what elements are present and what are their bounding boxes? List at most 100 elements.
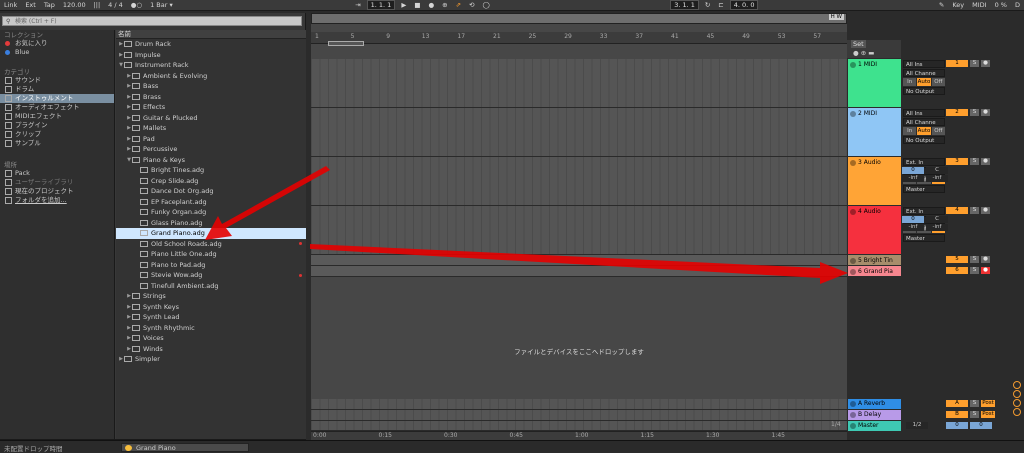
category-item[interactable]: サンプル bbox=[0, 139, 114, 148]
category-item[interactable]: ドラム bbox=[0, 85, 114, 94]
place-item[interactable]: Pack bbox=[0, 169, 114, 178]
solo-button[interactable]: S bbox=[970, 207, 979, 214]
fold-icon[interactable] bbox=[850, 268, 856, 275]
solo-button[interactable]: S bbox=[970, 60, 979, 67]
fold-icon[interactable] bbox=[850, 208, 856, 215]
loop-switch-icon[interactable]: ↻ bbox=[701, 1, 714, 9]
fold-icon[interactable] bbox=[850, 422, 856, 429]
name-column-header[interactable]: 名前 bbox=[116, 30, 306, 39]
track-lane[interactable] bbox=[311, 206, 847, 255]
time-ruler[interactable]: 0:00 0:15 0:30 0:45 1:00 1:15 1:30 1:45 bbox=[311, 431, 847, 440]
folder-item[interactable]: ▶ Voices bbox=[116, 333, 306, 344]
track-lane[interactable] bbox=[311, 255, 847, 266]
link-button[interactable]: Link bbox=[0, 1, 21, 9]
follow-icon[interactable]: ⇥ bbox=[351, 1, 364, 9]
folder-item[interactable]: ▶ Brass bbox=[116, 92, 306, 103]
file-item[interactable]: Crep Slide.adg bbox=[116, 176, 306, 187]
draw-mode-icon[interactable]: ✎ bbox=[935, 1, 948, 9]
category-item[interactable]: MIDIエフェクト bbox=[0, 112, 114, 121]
fold-icon[interactable] bbox=[850, 159, 856, 166]
fold-icon[interactable] bbox=[850, 110, 856, 117]
output-select[interactable]: No Output bbox=[903, 87, 945, 95]
place-item[interactable]: 現在のプロジェクト bbox=[0, 187, 114, 196]
folder-item[interactable]: ▶ Strings bbox=[116, 291, 306, 302]
record-icon[interactable]: ● bbox=[424, 1, 438, 9]
folder-item[interactable]: ▶ Ambient & Evolving bbox=[116, 71, 306, 82]
track-lane[interactable] bbox=[311, 108, 847, 157]
place-item[interactable]: ユーザーライブラリ bbox=[0, 178, 114, 187]
set-menu-icon[interactable]: ● ⊕ ▬ bbox=[853, 49, 874, 57]
master-track-header[interactable]: Master bbox=[848, 421, 901, 431]
input-channel-select[interactable]: All Channe bbox=[903, 69, 945, 77]
folder-item[interactable]: ▶ Effects bbox=[116, 102, 306, 113]
fold-icon[interactable] bbox=[850, 400, 856, 407]
song-position[interactable]: 1. 1. 1 bbox=[366, 0, 396, 10]
session-record-icon[interactable]: ◯ bbox=[479, 1, 494, 9]
return-track-header[interactable]: B Delay bbox=[848, 410, 901, 420]
midi-map-button[interactable]: MIDI bbox=[968, 1, 990, 9]
file-item[interactable]: Grand Piano.adg bbox=[116, 228, 306, 239]
folder-item[interactable]: ▶ Mallets bbox=[116, 123, 306, 134]
file-item[interactable]: EP Faceplant.adg bbox=[116, 197, 306, 208]
folder-item[interactable]: ▶ Synth Keys bbox=[116, 302, 306, 313]
return-lane-b[interactable] bbox=[311, 410, 847, 421]
file-item[interactable]: Dance Dot Org.adg bbox=[116, 186, 306, 197]
return-lane-a[interactable] bbox=[311, 399, 847, 410]
solo-button[interactable]: S bbox=[970, 158, 979, 165]
track-header[interactable]: 6 Grand Pia bbox=[848, 266, 901, 276]
track-activator[interactable]: 4 bbox=[946, 207, 968, 214]
input-type-select[interactable]: All Ins bbox=[903, 60, 945, 68]
file-item[interactable]: Funky Organ.adg bbox=[116, 207, 306, 218]
folder-item[interactable]: ▶ Synth Rhythmic bbox=[116, 323, 306, 334]
overdub-icon[interactable]: ⊕ bbox=[438, 1, 451, 9]
collection-item[interactable]: お気に入り bbox=[0, 39, 114, 48]
folder-item[interactable]: ▼ Instrument Rack bbox=[116, 60, 306, 71]
folder-item[interactable]: ▶ Percussive bbox=[116, 144, 306, 155]
master-quantize[interactable]: 1/2 bbox=[906, 422, 928, 429]
category-item[interactable]: プラグイン bbox=[0, 121, 114, 130]
master-volume[interactable]: 0 bbox=[946, 422, 968, 429]
solo-button[interactable]: S bbox=[970, 267, 979, 274]
loop-length[interactable]: 4. 0. 0 bbox=[729, 0, 759, 10]
punch-icon[interactable]: ⟲ bbox=[465, 1, 478, 9]
folder-item[interactable]: ▶ Impulse bbox=[116, 50, 306, 61]
input-type-select[interactable]: All Ins bbox=[903, 109, 945, 117]
track-header[interactable]: 3 Audio bbox=[848, 157, 901, 205]
monitor-in-button[interactable]: In bbox=[903, 78, 917, 86]
track-lane[interactable] bbox=[311, 59, 847, 108]
arm-button[interactable]: ● bbox=[981, 60, 990, 67]
track-header[interactable]: 5 Bright Tin bbox=[848, 255, 901, 265]
set-button[interactable]: Set bbox=[851, 40, 866, 48]
file-item[interactable]: Piano to Pad.adg bbox=[116, 260, 306, 271]
track-lane[interactable] bbox=[311, 157, 847, 206]
file-item[interactable]: Stevie Wow.adg bbox=[116, 270, 306, 281]
punch-in-icon[interactable]: ⊏ bbox=[714, 1, 727, 9]
input-type-select[interactable]: Ext. In bbox=[903, 158, 945, 166]
drop-area[interactable] bbox=[311, 289, 847, 399]
clip-activator-icon[interactable] bbox=[125, 445, 132, 451]
return-activator[interactable]: B bbox=[946, 411, 968, 418]
monitor-auto-button[interactable]: Auto bbox=[917, 78, 931, 86]
fold-icon[interactable] bbox=[850, 411, 856, 418]
search-input[interactable]: ⚲ 検索 (Ctrl + F) bbox=[2, 16, 302, 26]
fold-icon[interactable] bbox=[850, 257, 856, 264]
master-lane[interactable] bbox=[311, 421, 847, 431]
tempo-field[interactable]: 120.00 bbox=[59, 1, 90, 9]
folder-item[interactable]: ▶ Synth Lead bbox=[116, 312, 306, 323]
category-item[interactable]: インストゥルメント bbox=[0, 94, 114, 103]
track-activator[interactable]: 1 bbox=[946, 60, 968, 67]
solo-button[interactable]: S bbox=[970, 400, 979, 407]
volume-field[interactable]: 0 bbox=[902, 216, 924, 223]
key-map-button[interactable]: Key bbox=[948, 1, 968, 9]
input-type-select[interactable]: Ext. In bbox=[903, 207, 945, 215]
return-activator[interactable]: A bbox=[946, 400, 968, 407]
arm-button[interactable]: ● bbox=[981, 207, 990, 214]
nudge-icon[interactable]: ||| bbox=[90, 1, 105, 9]
solo-button[interactable]: S bbox=[970, 109, 979, 116]
arm-button[interactable]: ● bbox=[981, 109, 990, 116]
track-lane[interactable] bbox=[311, 266, 847, 277]
track-activator[interactable]: 2 bbox=[946, 109, 968, 116]
folder-item[interactable]: ▶ Pad bbox=[116, 134, 306, 145]
folder-item[interactable]: ▶ Drum Rack bbox=[116, 39, 306, 50]
mixer-toggle-icon[interactable] bbox=[1013, 408, 1021, 416]
